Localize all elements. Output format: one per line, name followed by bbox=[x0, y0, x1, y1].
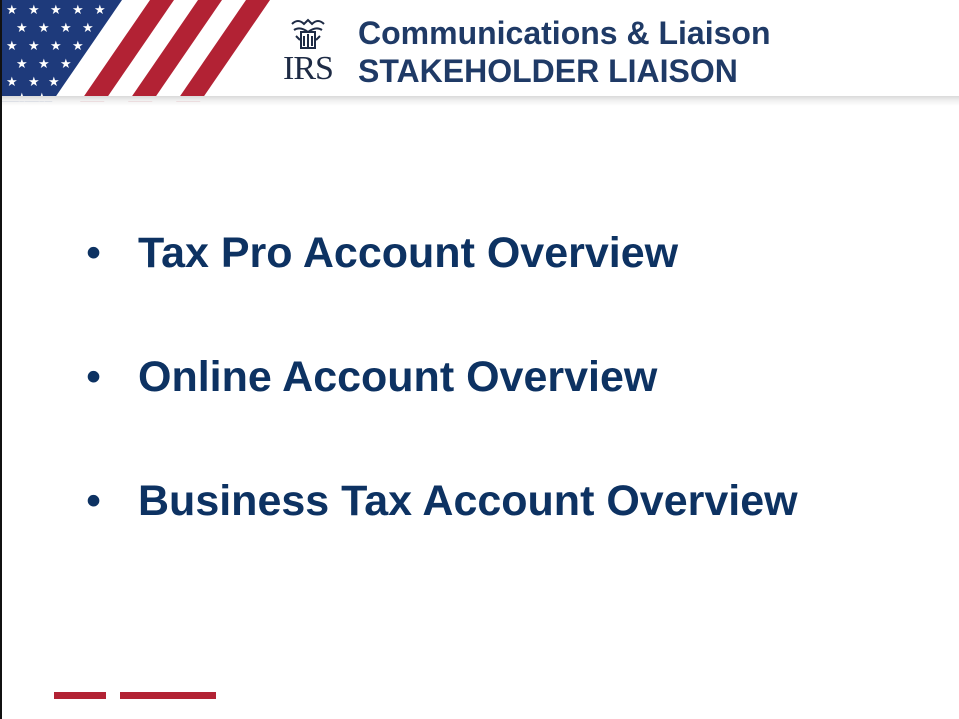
header-title: Communications & Liaison STAKEHOLDER LIA… bbox=[358, 14, 770, 90]
bullet-marker: • bbox=[86, 353, 102, 401]
footer-accent-bar bbox=[54, 692, 106, 699]
header-divider bbox=[2, 96, 959, 106]
svg-text:★: ★ bbox=[16, 57, 28, 72]
american-flag-graphic: ★ ★ ★ ★ ★ ★ ★ ★ ★ ★ ★ ★ ★ ★ ★ ★ ★ ★ ★ bbox=[2, 0, 292, 102]
bullet-text: Business Tax Account Overview bbox=[138, 477, 798, 525]
bullet-text: Online Account Overview bbox=[138, 353, 658, 401]
svg-text:★: ★ bbox=[6, 3, 18, 18]
slide: ★ ★ ★ ★ ★ ★ ★ ★ ★ ★ ★ ★ ★ ★ ★ ★ ★ ★ ★ IR… bbox=[0, 0, 959, 719]
svg-text:★: ★ bbox=[38, 57, 50, 72]
svg-text:★: ★ bbox=[28, 3, 40, 18]
bullet-marker: • bbox=[86, 229, 102, 277]
svg-text:★: ★ bbox=[28, 75, 40, 90]
footer-accent bbox=[54, 692, 224, 700]
slide-header: ★ ★ ★ ★ ★ ★ ★ ★ ★ ★ ★ ★ ★ ★ ★ ★ ★ ★ ★ IR… bbox=[2, 0, 959, 102]
svg-text:★: ★ bbox=[38, 21, 50, 36]
header-title-line2: STAKEHOLDER LIAISON bbox=[358, 53, 738, 89]
svg-text:★: ★ bbox=[60, 21, 72, 36]
svg-text:★: ★ bbox=[72, 3, 84, 18]
irs-eagle-icon bbox=[291, 18, 325, 49]
svg-text:★: ★ bbox=[28, 39, 40, 54]
svg-text:★: ★ bbox=[72, 39, 84, 54]
svg-text:★: ★ bbox=[50, 39, 62, 54]
bullet-marker: • bbox=[86, 477, 102, 525]
bullet-text: Tax Pro Account Overview bbox=[138, 229, 679, 277]
footer-accent-bar bbox=[120, 692, 216, 699]
svg-text:★: ★ bbox=[60, 57, 72, 72]
svg-text:★: ★ bbox=[94, 3, 106, 18]
irs-logo-text: IRS bbox=[283, 50, 334, 87]
svg-text:★: ★ bbox=[82, 21, 94, 36]
svg-text:★: ★ bbox=[50, 3, 62, 18]
svg-text:★: ★ bbox=[48, 75, 60, 90]
irs-logo: IRS bbox=[280, 14, 336, 90]
svg-text:★: ★ bbox=[16, 21, 28, 36]
svg-text:★: ★ bbox=[6, 39, 18, 54]
svg-text:★: ★ bbox=[6, 75, 18, 90]
header-title-line1: Communications & Liaison bbox=[358, 15, 771, 51]
